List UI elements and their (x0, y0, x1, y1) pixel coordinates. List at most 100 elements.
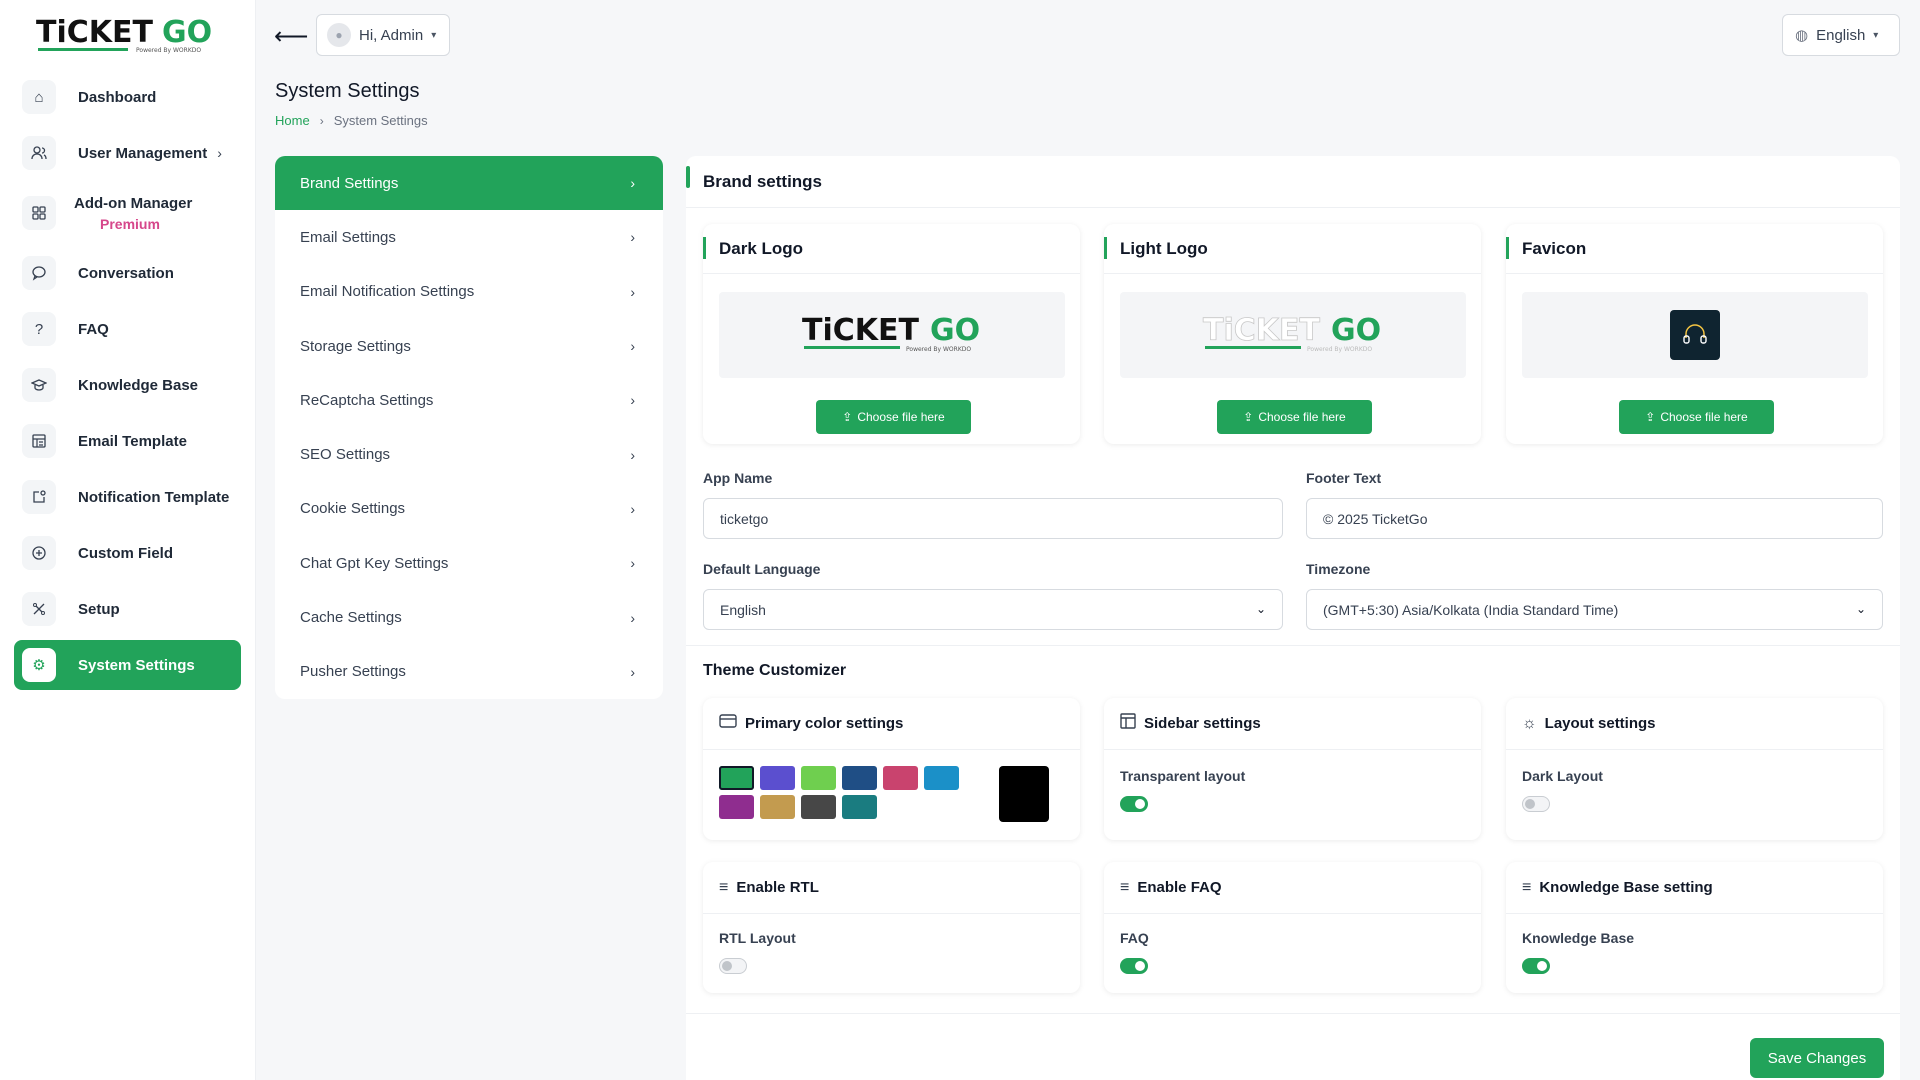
timezone-label: Timezone (1306, 561, 1371, 577)
default-language-label: Default Language (703, 561, 821, 577)
color-swatch[interactable] (719, 795, 754, 819)
card-header: ☼ Layout settings (1506, 698, 1883, 750)
breadcrumb-current: System Settings (333, 113, 428, 128)
card-title: Knowledge Base setting (1539, 879, 1713, 896)
plus-circle-icon (22, 536, 56, 570)
sidebar-item-setup[interactable]: Setup (14, 584, 241, 634)
choose-file-label: Choose file here (857, 410, 945, 424)
settings-menu-item-recaptcha[interactable]: ReCaptcha Settings › (275, 373, 663, 427)
card-title: Enable FAQ (1137, 879, 1222, 896)
language-selector[interactable]: ◍ English ▾ (1782, 14, 1900, 56)
app-name-input[interactable]: ticketgo (703, 498, 1283, 539)
color-swatch[interactable] (842, 795, 877, 819)
card-header: ≡ Knowledge Base setting (1506, 862, 1883, 914)
sidebar-item-label: User Management (78, 144, 208, 162)
menu-item-label: Storage Settings (300, 337, 411, 355)
knowledge-base-label: Knowledge Base (1522, 930, 1635, 946)
graduation-cap-icon (22, 368, 56, 402)
menu-item-label: Chat Gpt Key Settings (300, 554, 449, 572)
settings-menu-item-chatgpt[interactable]: Chat Gpt Key Settings › (275, 536, 663, 590)
card-title: Dark Logo (719, 238, 804, 258)
sidebar-item-label: Conversation (78, 264, 174, 282)
chevron-right-icon: › (630, 338, 635, 355)
svg-text:Powered By WORKDO: Powered By WORKDO (1307, 346, 1372, 353)
color-swatch[interactable] (760, 766, 795, 790)
panel-header: Brand settings (686, 156, 1900, 208)
transparent-layout-toggle[interactable] (1120, 796, 1148, 812)
accent-bar (1506, 237, 1509, 259)
settings-menu-item-cache[interactable]: Cache Settings › (275, 590, 663, 644)
favicon-card: Favicon ⇪ Choose file here (1506, 224, 1883, 444)
grid-icon (22, 196, 56, 230)
settings-menu-item-storage[interactable]: Storage Settings › (275, 319, 663, 373)
footer-text-input[interactable]: © 2025 TicketGo (1306, 498, 1883, 539)
color-swatch[interactable] (801, 766, 836, 790)
sidebar-item-conversation[interactable]: Conversation (14, 248, 241, 298)
menu-item-label: Cache Settings (300, 609, 402, 627)
color-swatch[interactable] (924, 766, 959, 790)
credit-card-icon (719, 714, 737, 733)
chevron-right-icon: › (630, 175, 635, 192)
timezone-select[interactable]: (GMT+5:30) Asia/Kolkata (India Standard … (1306, 589, 1883, 630)
sidebar-item-email-template[interactable]: Email Template (14, 416, 241, 466)
custom-color-picker[interactable] (999, 766, 1049, 822)
card-title: Enable RTL (736, 879, 819, 896)
choose-favicon-button[interactable]: ⇪ Choose file here (1619, 400, 1774, 434)
light-logo-preview: TiCKET GO Powered By WORKDO (1120, 292, 1466, 378)
chevron-down-icon: ⌄ (1255, 602, 1266, 616)
color-swatch[interactable] (760, 795, 795, 819)
sidebar-item-label: Dashboard (78, 88, 157, 106)
color-swatch[interactable] (842, 766, 877, 790)
breadcrumb: Home › System Settings (275, 113, 428, 128)
template-icon (22, 424, 56, 458)
save-changes-button[interactable]: Save Changes (1750, 1038, 1884, 1078)
chevron-right-icon: › (630, 229, 635, 246)
settings-menu-item-seo[interactable]: SEO Settings › (275, 427, 663, 481)
ticketgo-logo[interactable]: TiCKET GO Powered By WORKDO (36, 12, 226, 58)
sidebar-nav: ⌂ Dashboard User Management › Add-on Man… (14, 72, 241, 696)
language-label: English (1816, 26, 1866, 44)
gear-icon: ⚙ (22, 648, 56, 682)
default-language-select[interactable]: English ⌄ (703, 589, 1283, 630)
sidebar-item-label: FAQ (78, 320, 109, 338)
sidebar-item-notification-template[interactable]: Notification Template (14, 472, 241, 522)
settings-menu-item-pusher[interactable]: Pusher Settings › (275, 645, 663, 699)
settings-menu-item-brand[interactable]: Brand Settings › (275, 156, 663, 211)
rtl-layout-toggle[interactable] (719, 958, 747, 974)
sidebar-item-knowledge-base[interactable]: Knowledge Base (14, 360, 241, 410)
settings-menu-item-email[interactable]: Email Settings › (275, 210, 663, 264)
choose-light-logo-button[interactable]: ⇪ Choose file here (1217, 400, 1372, 434)
user-menu-button[interactable]: ● Hi, Admin ▾ (316, 14, 450, 56)
choose-dark-logo-button[interactable]: ⇪ Choose file here (816, 400, 971, 434)
knowledge-base-toggle[interactable] (1522, 958, 1550, 974)
menu-item-label: Cookie Settings (300, 500, 406, 518)
sidebar-item-user-management[interactable]: User Management › (14, 128, 241, 178)
settings-menu-item-cookie[interactable]: Cookie Settings › (275, 482, 663, 536)
card-title: Layout settings (1544, 715, 1656, 732)
color-swatch[interactable] (801, 795, 836, 819)
breadcrumb-home-link[interactable]: Home (275, 113, 310, 128)
faq-toggle[interactable] (1120, 958, 1148, 974)
sidebar-settings-card: Sidebar settings Transparent layout (1104, 698, 1481, 840)
back-arrow-icon[interactable]: ⟵ (274, 22, 308, 51)
settings-menu-item-email-notification[interactable]: Email Notification Settings › (275, 265, 663, 319)
color-swatches (719, 766, 989, 819)
light-logo-image: TiCKET GO Powered By WORKDO (1203, 313, 1382, 353)
dark-layout-toggle[interactable] (1522, 796, 1550, 812)
sidebar-item-custom-field[interactable]: Custom Field (14, 528, 241, 578)
chevron-right-icon: › (319, 113, 324, 128)
primary-color-card: Primary color settings (703, 698, 1080, 840)
premium-badge: Premium (100, 215, 160, 232)
sidebar-item-system-settings[interactable]: ⚙ System Settings (14, 640, 241, 690)
card-header: ≡ Enable RTL (703, 862, 1080, 914)
sidebar-item-addon-manager[interactable]: Add-on Manager Premium (14, 184, 241, 242)
sidebar-item-dashboard[interactable]: ⌂ Dashboard (14, 72, 241, 122)
home-icon: ⌂ (22, 80, 56, 114)
color-swatch[interactable] (883, 766, 918, 790)
card-title: Primary color settings (745, 715, 904, 732)
color-swatch[interactable] (719, 766, 754, 790)
sidebar-item-faq[interactable]: ? FAQ (14, 304, 241, 354)
sidebar-item-label: Setup (78, 600, 120, 618)
upload-icon: ⇪ (842, 410, 853, 424)
chevron-right-icon: › (630, 283, 635, 300)
